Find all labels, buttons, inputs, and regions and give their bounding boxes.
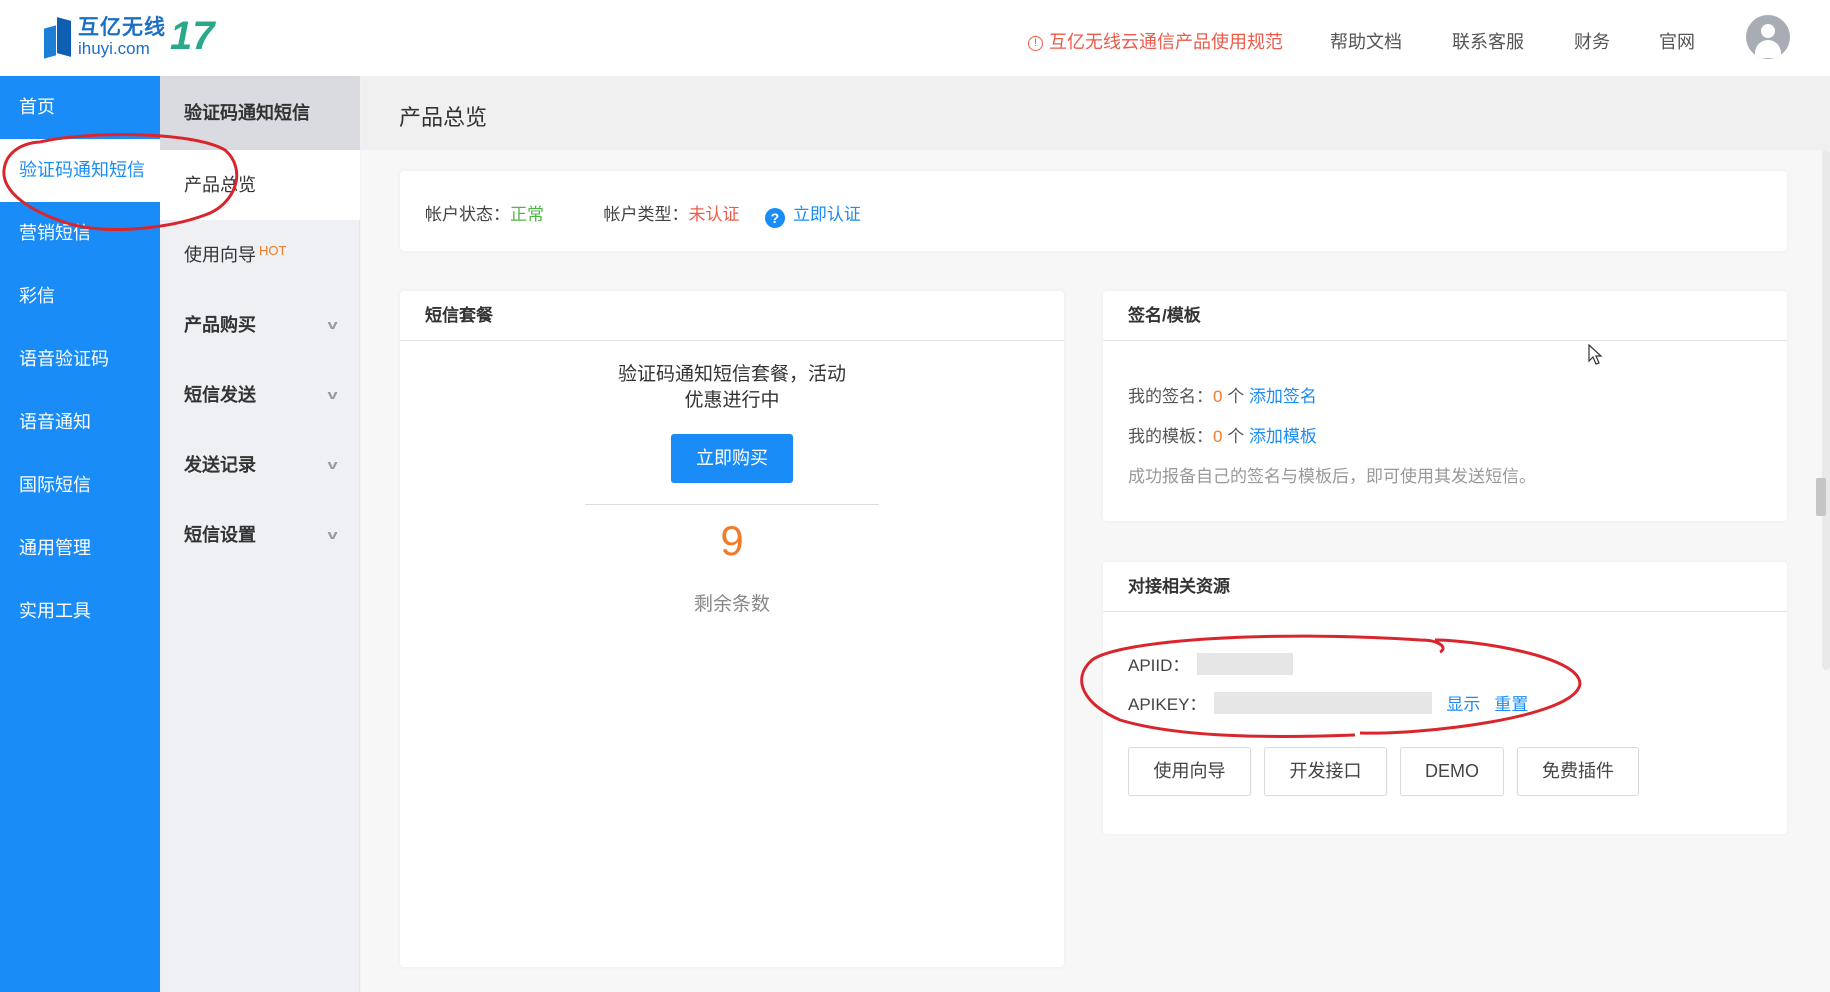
free-plugin-button[interactable]: 免费插件 [1517, 747, 1639, 796]
submenu-item-records[interactable]: 发送记录 v [160, 430, 360, 500]
verify-now-link[interactable]: 立即认证 [793, 205, 861, 224]
apiid-label: APIID： [1128, 656, 1190, 675]
logo-en-text: ihuyi.com [78, 38, 150, 58]
sidebar-item-marketing-sms[interactable]: 营销短信 [0, 202, 160, 265]
add-signature-link[interactable]: 添加签名 [1249, 387, 1317, 406]
contact-support-link[interactable]: 联系客服 [1452, 28, 1524, 54]
chevron-down-icon: v [327, 387, 338, 402]
submenu-item-purchase-label: 产品购买 [184, 315, 256, 335]
my-template-label: 我的模板： [1128, 427, 1213, 446]
submenu-item-send[interactable]: 短信发送 v [160, 360, 360, 430]
logo-cn-text: 互亿无线 [78, 15, 166, 39]
help-docs-link[interactable]: 帮助文档 [1330, 28, 1402, 54]
page-scrollbar[interactable] [1822, 150, 1830, 670]
usage-guide-button[interactable]: 使用向导 [1128, 747, 1251, 796]
apikey-value-masked [1214, 691, 1433, 714]
show-apikey-link[interactable]: 显示 [1446, 690, 1480, 715]
secondary-sidebar-title: 验证码通知短信 [160, 76, 360, 150]
integration-resources-card: 对接相关资源 APIID： APIKEY： 显示 重置 使用向导 开发接口 DE… [1103, 562, 1787, 834]
official-site-link[interactable]: 官网 [1659, 28, 1695, 54]
signature-template-card: 签名/模板 我的签名：0 个 添加签名 我的模板：0 个 添加模板 成功报备自己… [1103, 291, 1787, 521]
sidebar-item-mms[interactable]: 彩信 [0, 265, 160, 328]
sidebar-item-voice-code[interactable]: 语音验证码 [0, 328, 160, 391]
signature-count: 0 [1213, 387, 1223, 406]
package-divider [585, 504, 879, 505]
sms-package-card: 短信套餐 验证码通知短信套餐，活动 优惠进行中 立即购买 9 剩余条数 [400, 291, 1064, 967]
page-title: 产品总览 [399, 105, 488, 130]
submenu-item-settings[interactable]: 短信设置 v [160, 500, 360, 570]
apiid-value-masked [1197, 652, 1294, 675]
submenu-item-overview[interactable]: 产品总览 [160, 150, 360, 220]
remaining-count-label: 剩余条数 [693, 594, 770, 615]
chevron-down-icon: v [327, 457, 338, 472]
package-description: 验证码通知短信套餐，活动 优惠进行中 [400, 362, 1064, 414]
signature-unit: 个 [1227, 387, 1245, 406]
buy-now-button[interactable]: 立即购买 [671, 434, 793, 483]
chevron-down-icon: v [327, 317, 338, 332]
submenu-item-guide[interactable]: 使用向导 HOT [160, 220, 360, 290]
hot-badge: HOT [259, 243, 287, 258]
page-title-bar: 产品总览 [361, 76, 1830, 150]
sidebar-item-international-sms[interactable]: 国际短信 [0, 454, 160, 517]
signature-hint: 成功报备自己的签名与模板后，即可使用其发送短信。 [1128, 467, 1536, 486]
my-signature-label: 我的签名： [1128, 387, 1213, 406]
template-unit: 个 [1227, 427, 1245, 446]
usage-policy-link[interactable]: ! 互亿无线云通信产品使用规范 [1028, 28, 1283, 54]
remaining-count: 9 [720, 517, 744, 564]
user-avatar-icon[interactable] [1746, 15, 1790, 59]
logo-number: 17 [170, 14, 215, 58]
sidebar-item-general-management[interactable]: 通用管理 [0, 517, 160, 580]
package-desc-line2: 优惠进行中 [684, 390, 780, 411]
sms-package-title: 短信套餐 [400, 291, 1064, 341]
brand-logo[interactable]: 互亿无线 ihuyi.com 17 [44, 14, 215, 59]
signature-template-title: 签名/模板 [1103, 291, 1787, 341]
secondary-sidebar: 验证码通知短信 产品总览 使用向导 HOT 产品购买 v 短信发送 v 发送记录 v 短… [160, 76, 360, 992]
top-header: 互亿无线 ihuyi.com 17 ! 互亿无线云通信产品使用规范 帮助文档 联系… [0, 0, 1830, 76]
page-scrollbar-thumb[interactable] [1816, 478, 1826, 516]
submenu-item-records-label: 发送记录 [184, 455, 256, 475]
mouse-cursor-icon [1588, 344, 1603, 365]
template-count: 0 [1213, 427, 1223, 446]
add-template-link[interactable]: 添加模板 [1249, 427, 1317, 446]
account-type-value: 未认证 [688, 205, 740, 224]
sidebar-item-home[interactable]: 首页 [0, 76, 160, 139]
package-desc-line1: 验证码通知短信套餐，活动 [617, 364, 846, 385]
submenu-item-send-label: 短信发送 [184, 385, 256, 405]
account-status-label: 帐户状态： [425, 205, 510, 224]
account-type-label: 帐户类型： [603, 205, 689, 224]
sidebar-item-voice-notice[interactable]: 语音通知 [0, 391, 160, 454]
primary-sidebar: 首页 验证码通知短信 营销短信 彩信 语音验证码 语音通知 国际短信 通用管理 … [0, 76, 160, 992]
submenu-item-settings-label: 短信设置 [184, 525, 256, 545]
submenu-item-purchase[interactable]: 产品购买 v [160, 290, 360, 360]
account-status-value: 正常 [510, 205, 544, 224]
question-icon[interactable]: ? [764, 208, 785, 228]
account-status-card: 帐户状态：正常 帐户类型：未认证 ? 立即认证 [400, 171, 1787, 251]
reset-apikey-link[interactable]: 重置 [1494, 690, 1528, 715]
sidebar-item-tools[interactable]: 实用工具 [0, 580, 160, 643]
finance-link[interactable]: 财务 [1574, 28, 1610, 54]
demo-button[interactable]: DEMO [1400, 747, 1504, 796]
apikey-label: APIKEY： [1128, 695, 1207, 714]
sidebar-item-verification-sms[interactable]: 验证码通知短信 [0, 139, 160, 202]
dev-api-button[interactable]: 开发接口 [1264, 747, 1387, 796]
usage-policy-label: 互亿无线云通信产品使用规范 [1049, 32, 1283, 52]
logo-mark-icon [44, 15, 74, 59]
chevron-down-icon: v [327, 527, 338, 542]
submenu-item-guide-label: 使用向导 [184, 245, 256, 265]
integration-resources-title: 对接相关资源 [1103, 562, 1787, 612]
warning-icon: ! [1028, 36, 1043, 51]
